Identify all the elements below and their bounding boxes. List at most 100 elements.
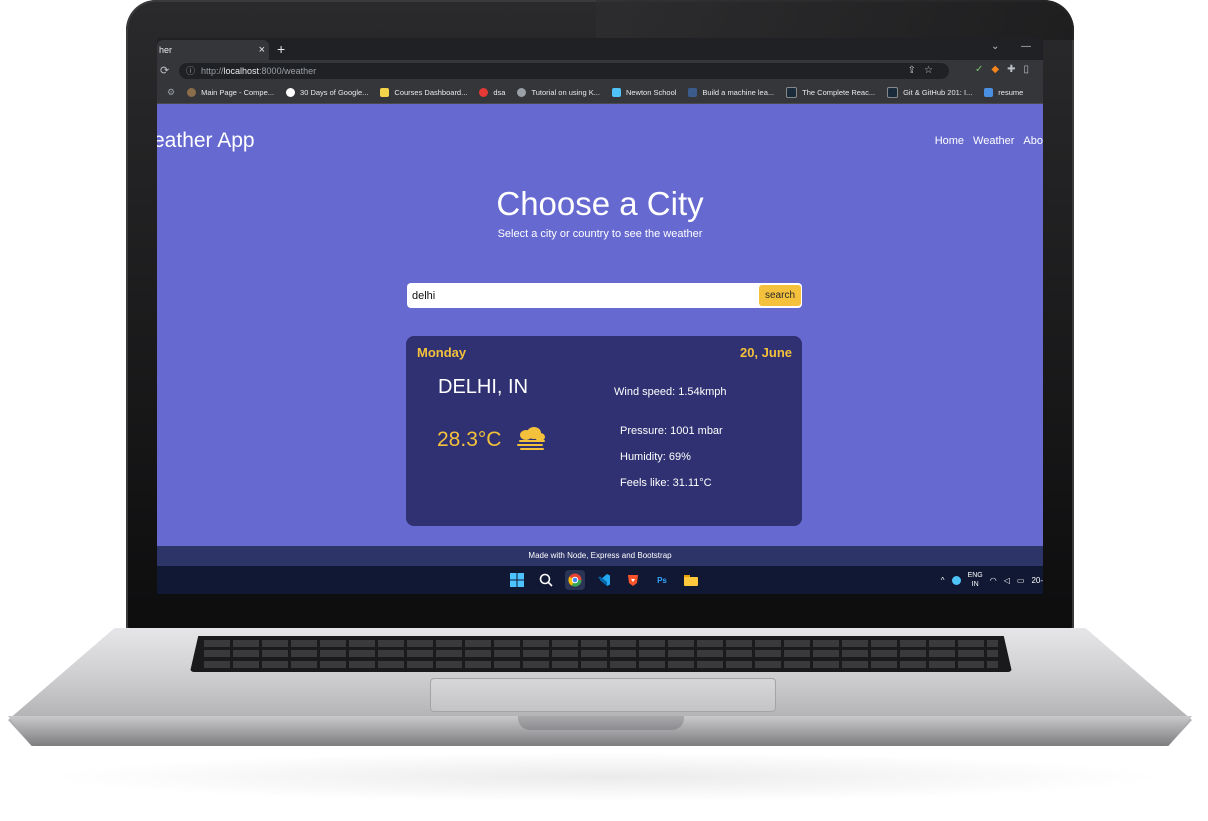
bookmark-item[interactable]: Newton School (611, 88, 677, 97)
bookmark-label: dsa (493, 88, 506, 97)
humidity: Humidity: 69% (620, 451, 691, 463)
bookmark-item[interactable]: resume (984, 88, 1023, 97)
city-search-form: search (407, 283, 802, 308)
volume-icon[interactable]: ◁ (1004, 576, 1010, 585)
minimize-icon[interactable]: — (1021, 41, 1031, 52)
bookmark-label: resume (998, 88, 1024, 97)
bookmark-item[interactable]: Tutorial on using K... (517, 88, 600, 97)
share-icon[interactable]: ⇪ (908, 65, 924, 76)
bookmarks-bar: ⚙ Main Page - Compe... 30 Days of Google… (157, 82, 1043, 104)
browser-tab[interactable]: her × (157, 40, 269, 60)
os-taskbar: Ps ^ ENG IN ◠ ◁ ▭ 20- (157, 566, 1043, 594)
bookmark-label: Git & GitHub 201: I... (903, 88, 973, 97)
apps-icon[interactable]: ⚙ (167, 87, 175, 98)
bookmark-favicon (786, 87, 798, 98)
search-button[interactable]: search (759, 285, 801, 306)
wifi-icon[interactable]: ◠ (990, 576, 997, 585)
system-tray: ^ ENG IN ◠ ◁ ▭ 20- (941, 566, 1043, 594)
app-brand[interactable]: eather App (157, 129, 255, 153)
bookmark-label: Build a machine lea... (702, 88, 775, 97)
laptop-shadow (40, 752, 1170, 802)
weather-day: Monday (417, 345, 467, 360)
key-row (204, 661, 998, 669)
laptop-screen: her × + ⌄ — ⟳ ⓘ http://localhost:8000/we… (157, 38, 1043, 594)
vscode-icon[interactable] (594, 570, 614, 590)
bookmark-item[interactable]: 30 Days of Google... (286, 88, 368, 97)
fog-icon (517, 427, 545, 450)
bookmark-label: 30 Days of Google... (300, 88, 369, 97)
nav-about-link[interactable]: Abo (1023, 135, 1043, 147)
bookmark-favicon (887, 87, 899, 98)
wind-speed: Wind speed: 1.54kmph (614, 386, 727, 398)
main-nav: Home Weather Abo (935, 135, 1043, 147)
tab-search-icon[interactable]: ⌄ (991, 41, 999, 52)
laptop-trackpad (430, 678, 776, 712)
chevron-up-icon[interactable]: ^ (941, 576, 945, 585)
language-indicator[interactable]: ENG IN (968, 571, 983, 589)
tab-title: her (159, 45, 173, 55)
bookmark-favicon (380, 88, 390, 97)
bookmark-star-icon[interactable]: ☆ (924, 65, 941, 76)
key-row (204, 650, 998, 658)
browser-toolbar: ⟳ ⓘ http://localhost:8000/weather ⇪☆ ✓◆✚… (157, 60, 1043, 82)
bookmark-label: Newton School (625, 88, 677, 97)
reload-icon[interactable]: ⟳ (160, 64, 169, 77)
url-host: localhost (223, 66, 260, 76)
bookmark-label: Main Page - Compe... (201, 88, 275, 97)
search-icon[interactable] (536, 570, 556, 590)
bookmark-item[interactable]: dsa (479, 88, 505, 97)
bookmark-favicon (479, 88, 489, 97)
bookmark-label: Tutorial on using K... (531, 88, 600, 97)
tab-close-icon[interactable]: × (259, 40, 265, 60)
lid-glare (596, 0, 1074, 40)
file-explorer-icon[interactable] (681, 570, 701, 590)
weather-temperature: 28.3°C (437, 428, 502, 451)
bookmark-item[interactable]: Courses Dashboard... (380, 88, 467, 97)
photoshop-icon[interactable]: Ps (652, 570, 672, 590)
page-subtitle: Select a city or country to see the weat… (497, 228, 703, 240)
language-code: ENG (967, 572, 983, 579)
weather-date: 20, June (739, 345, 792, 360)
brave-icon[interactable] (623, 570, 643, 590)
start-windows-icon[interactable] (507, 570, 527, 590)
sidebar-icon[interactable]: ▯ (1023, 64, 1037, 75)
new-tab-icon[interactable]: + (277, 40, 285, 58)
weather-city: DELHI, IN (438, 376, 529, 398)
bookmark-favicon (187, 88, 197, 97)
page-title: Choose a City (496, 185, 704, 222)
extension-icon-1[interactable]: ✓ (975, 64, 991, 75)
key-row (204, 639, 998, 647)
weather-page: eather App Home Weather Abo Choose a Cit… (157, 105, 1043, 546)
battery-icon[interactable]: ▭ (1017, 576, 1025, 585)
google-icon (286, 88, 296, 97)
bookmark-favicon (688, 88, 698, 97)
globe-icon (517, 88, 527, 97)
bookmark-favicon (611, 88, 621, 97)
pressure: Pressure: 1001 mbar (620, 425, 723, 437)
page-footer: Made with Node, Express and Bootstrap (157, 546, 1043, 566)
laptop-keyboard (190, 636, 1012, 672)
nav-weather-link[interactable]: Weather (973, 135, 1014, 147)
region-code: IN (971, 581, 979, 588)
clock[interactable]: 20- (1031, 576, 1043, 585)
chrome-icon[interactable] (565, 570, 585, 590)
url-prefix: http:// (201, 66, 224, 76)
bookmark-item[interactable]: Git & GitHub 201: I... (887, 87, 972, 98)
site-info-icon[interactable]: ⓘ (186, 63, 195, 79)
bookmark-label: The Complete Reac... (802, 88, 876, 97)
bookmark-item[interactable]: Main Page - Compe... (187, 88, 274, 97)
laptop-notch (518, 716, 684, 730)
city-search-input[interactable] (407, 283, 757, 308)
address-bar[interactable]: ⓘ http://localhost:8000/weather ⇪☆ (179, 63, 949, 79)
extensions-puzzle-icon[interactable]: ✚ (1007, 64, 1023, 75)
app-tray-icon[interactable] (951, 575, 961, 585)
feels-like: Feels like: 31.11°C (620, 477, 712, 489)
bookmark-label: Courses Dashboard... (394, 88, 468, 97)
nav-home-link[interactable]: Home (935, 135, 964, 147)
browser-tab-bar: her × + ⌄ — (157, 38, 1043, 60)
weather-card: Monday 20, June DELHI, IN 28.3°C Wind sp… (406, 336, 802, 526)
bookmark-item[interactable]: The Complete Reac... (786, 87, 875, 98)
metamask-icon[interactable]: ◆ (991, 64, 1007, 75)
bookmark-item[interactable]: Build a machine lea... (688, 88, 774, 97)
url-path: :8000/weather (259, 66, 317, 76)
